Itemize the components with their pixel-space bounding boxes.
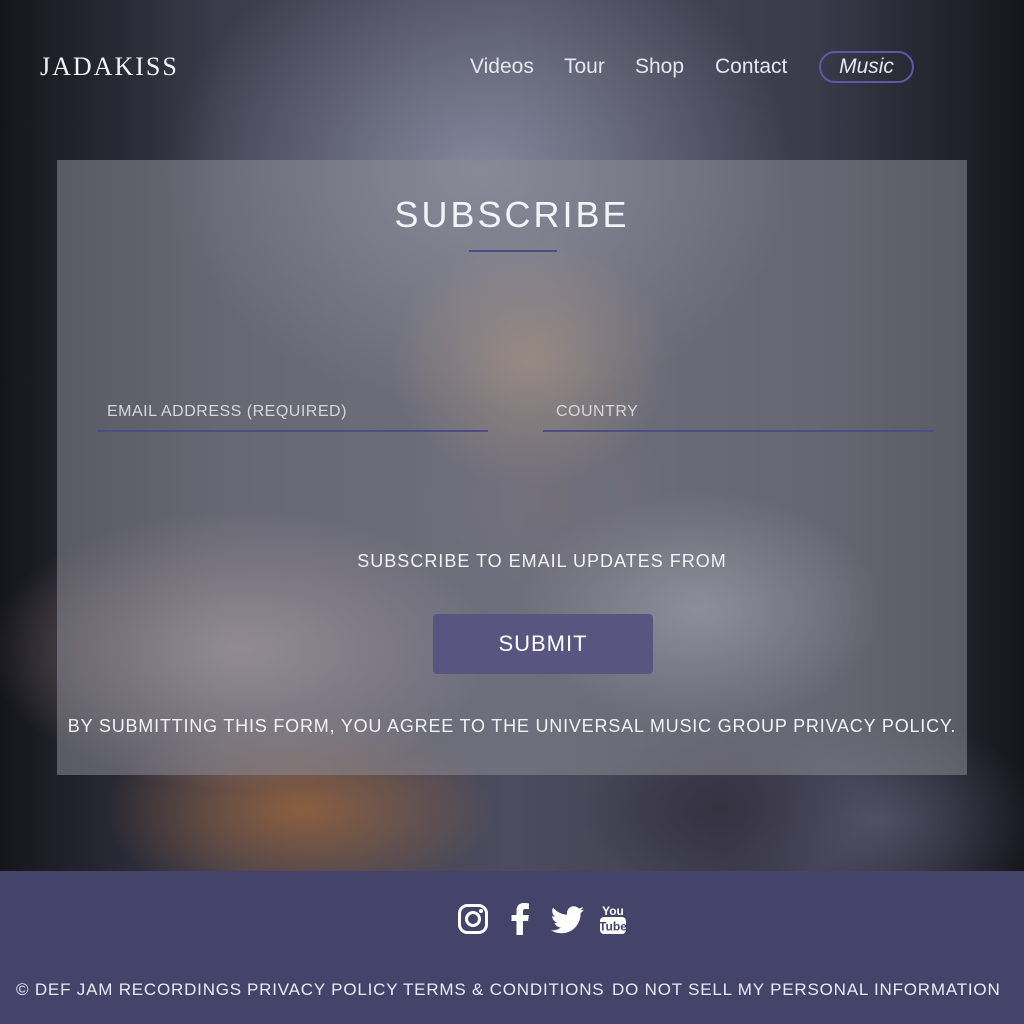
- email-field[interactable]: [97, 396, 488, 428]
- nav-music[interactable]: Music: [819, 51, 914, 83]
- instagram-link[interactable]: [457, 903, 489, 935]
- footer-copyright[interactable]: © DEF JAM RECORDINGS: [16, 980, 242, 1002]
- youtube-link[interactable]: You Tube: [599, 903, 627, 935]
- title-divider: [469, 250, 557, 252]
- subscribe-title: SUBSCRIBE: [394, 194, 630, 235]
- subscribe-updates-text: SUBSCRIBE TO EMAIL UPDATES FROM: [357, 551, 727, 571]
- privacy-notice: BY SUBMITTING THIS FORM, YOU AGREE TO TH…: [67, 716, 957, 736]
- submit-button[interactable]: SUBMIT: [433, 614, 653, 674]
- twitter-link[interactable]: [551, 903, 585, 935]
- facebook-link[interactable]: [506, 903, 534, 935]
- email-field-wrapper: [97, 396, 488, 432]
- svg-text:Tube: Tube: [599, 920, 627, 934]
- site-logo[interactable]: JADAKISS: [40, 52, 179, 82]
- nav-contact[interactable]: Contact: [715, 51, 787, 83]
- nav-videos[interactable]: Videos: [470, 51, 534, 83]
- country-field-wrapper: [543, 396, 934, 432]
- youtube-icon: You Tube: [599, 904, 627, 934]
- nav-shop[interactable]: Shop: [635, 51, 684, 83]
- twitter-icon: [551, 906, 584, 934]
- country-field[interactable]: [543, 396, 934, 428]
- facebook-icon: [511, 903, 529, 935]
- svg-text:You: You: [602, 904, 624, 918]
- instagram-icon: [458, 904, 488, 934]
- subscribe-panel: [57, 160, 967, 775]
- footer-do-not-sell[interactable]: DO NOT SELL MY PERSONAL INFORMATION: [612, 980, 1001, 1002]
- footer-privacy-policy[interactable]: PRIVACY POLICY: [247, 980, 398, 1002]
- footer-terms-conditions[interactable]: TERMS & CONDITIONS: [403, 980, 604, 1002]
- nav-tour[interactable]: Tour: [564, 51, 605, 83]
